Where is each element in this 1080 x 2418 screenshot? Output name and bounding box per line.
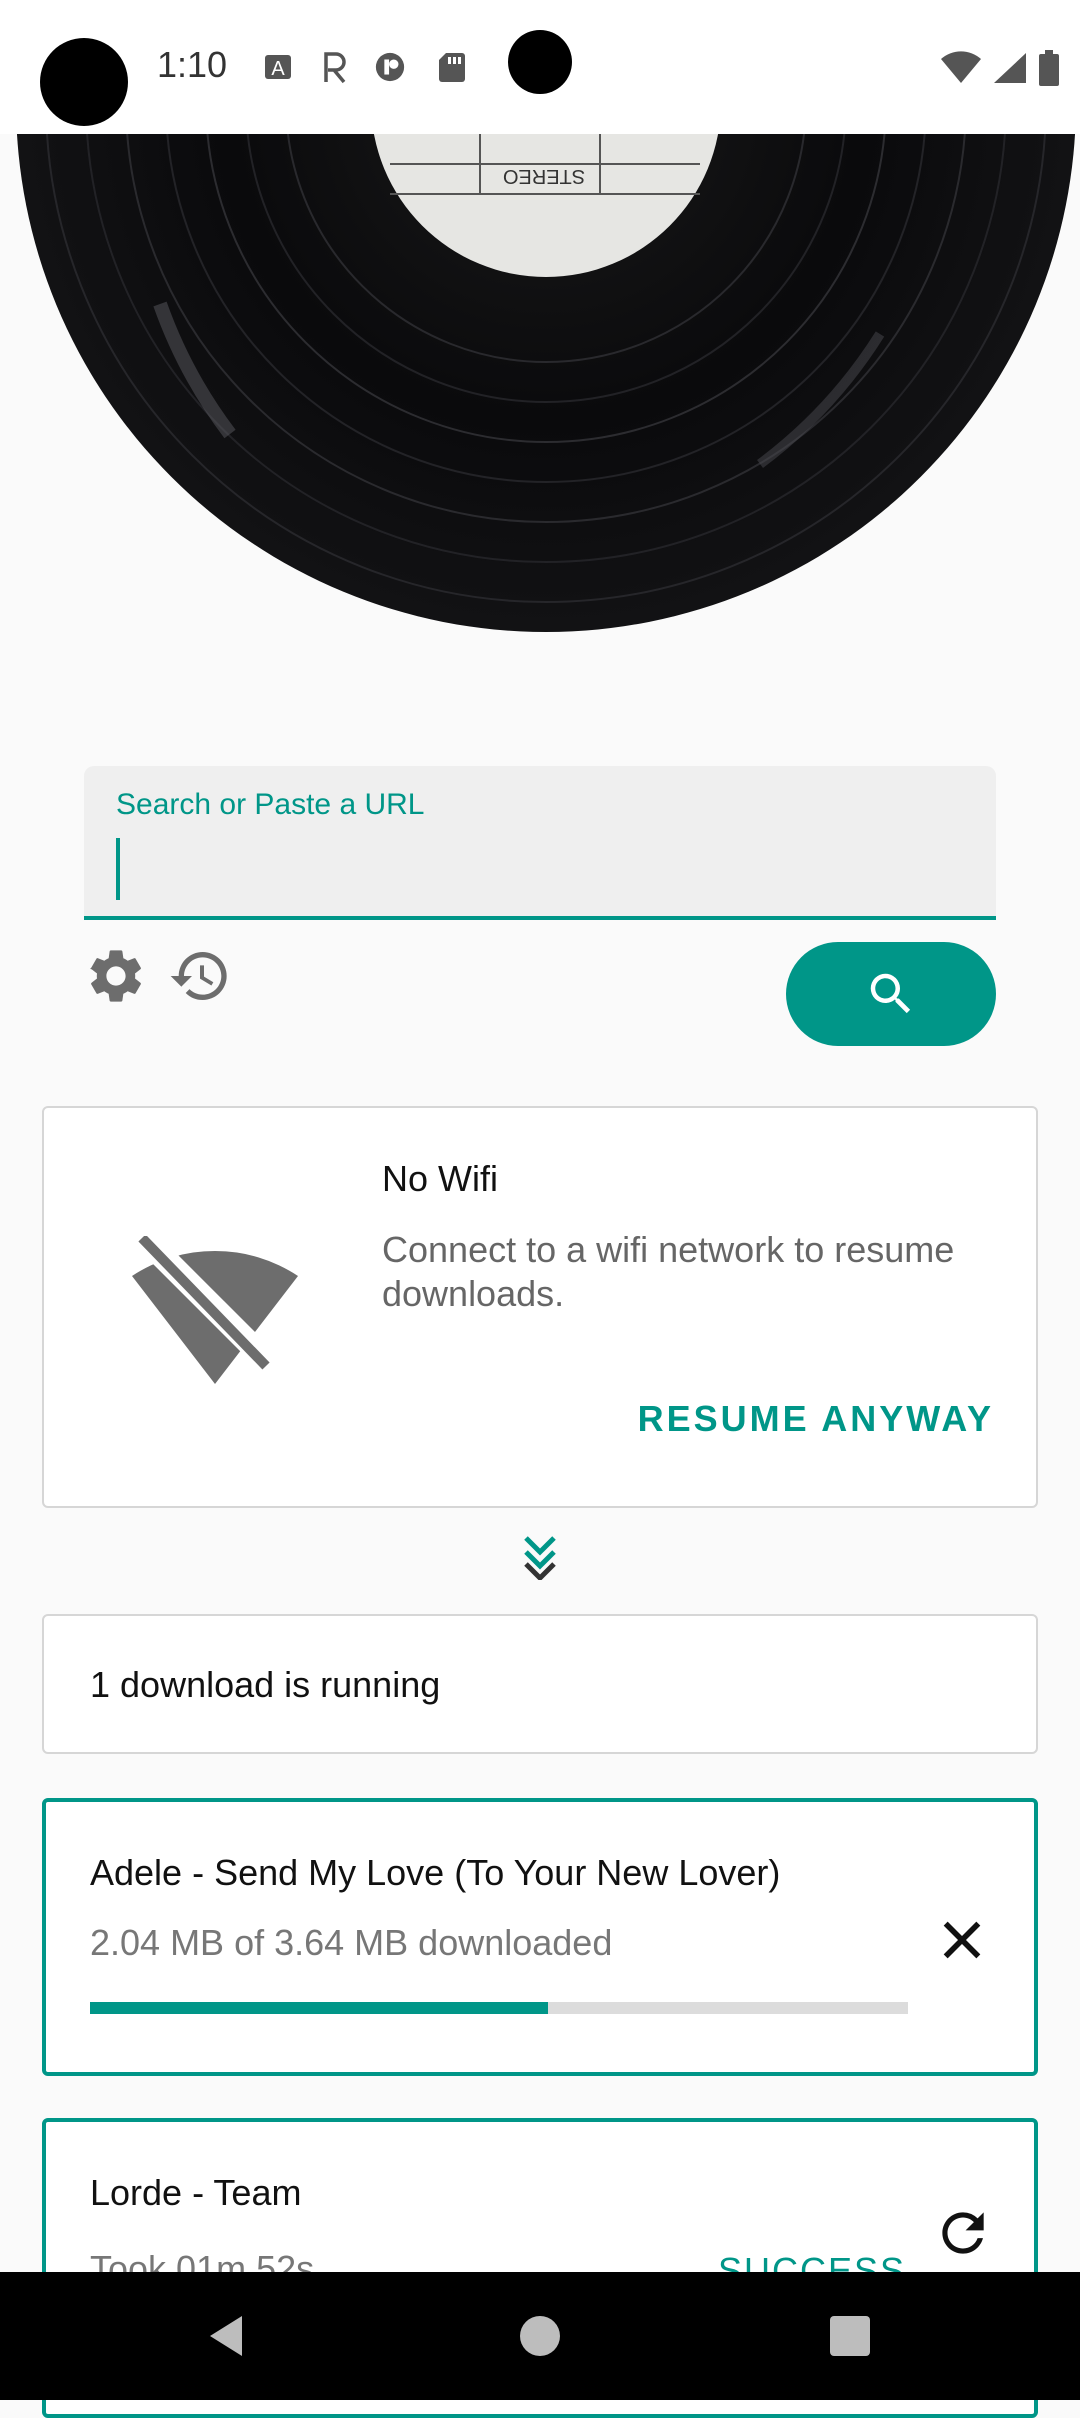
- gear-icon[interactable]: [84, 944, 148, 1008]
- wifi-off-icon: [132, 1236, 298, 1384]
- system-icons: [940, 48, 1060, 88]
- cell-signal-icon: [994, 53, 1026, 83]
- search-button[interactable]: [786, 942, 996, 1046]
- vinyl-label-text: STEREO: [503, 165, 585, 187]
- r-logo-icon: [324, 52, 346, 84]
- app-badge-icon: [375, 52, 405, 82]
- status-bar: 1:10 A: [0, 0, 1080, 134]
- recents-icon[interactable]: [830, 2316, 870, 2356]
- no-wifi-card: No Wifi Connect to a wifi network to res…: [42, 1106, 1038, 1508]
- search-icon: [870, 973, 911, 1014]
- double-chevron-down-icon[interactable]: [520, 1532, 560, 1580]
- svg-text:A: A: [271, 58, 285, 80]
- home-icon[interactable]: [520, 2316, 560, 2356]
- camera-cutout-center: [508, 30, 572, 94]
- search-field[interactable]: Search or Paste a URL: [84, 766, 996, 920]
- running-count-text: 1 download is running: [90, 1664, 441, 1705]
- search-label: Search or Paste a URL: [116, 788, 425, 821]
- search-input[interactable]: [124, 834, 968, 906]
- download-status-card: 1 download is running: [42, 1614, 1038, 1754]
- history-icon[interactable]: [168, 944, 232, 1008]
- no-wifi-message: Connect to a wifi network to resume down…: [382, 1229, 955, 1314]
- download-item[interactable]: Adele - Send My Love (To Your New Lover)…: [42, 1798, 1038, 2076]
- status-time: 1:10: [157, 44, 228, 85]
- navigation-bar: [0, 2272, 1080, 2400]
- download-title: Lorde - Team: [90, 2172, 302, 2213]
- font-a-icon: A: [265, 55, 291, 80]
- no-wifi-title: No Wifi: [382, 1158, 498, 1199]
- text-cursor: [116, 838, 120, 900]
- camera-cutout-left: [40, 38, 128, 126]
- download-progress-text: 2.04 MB of 3.64 MB downloaded: [90, 1922, 613, 1963]
- sd-card-icon: [439, 53, 465, 82]
- back-icon[interactable]: [204, 2312, 252, 2360]
- resume-anyway-button[interactable]: RESUME ANYWAY: [638, 1398, 994, 1440]
- battery-icon: [1039, 50, 1059, 86]
- wifi-icon: [941, 51, 981, 83]
- refresh-icon[interactable]: [932, 2202, 994, 2264]
- close-icon[interactable]: [934, 1912, 990, 1968]
- download-title: Adele - Send My Love (To Your New Lover): [90, 1852, 781, 1893]
- download-progress-fill: [90, 2002, 549, 2014]
- download-progress-bar: [90, 2002, 908, 2014]
- vinyl-record-image: STEREO: [0, 134, 1080, 694]
